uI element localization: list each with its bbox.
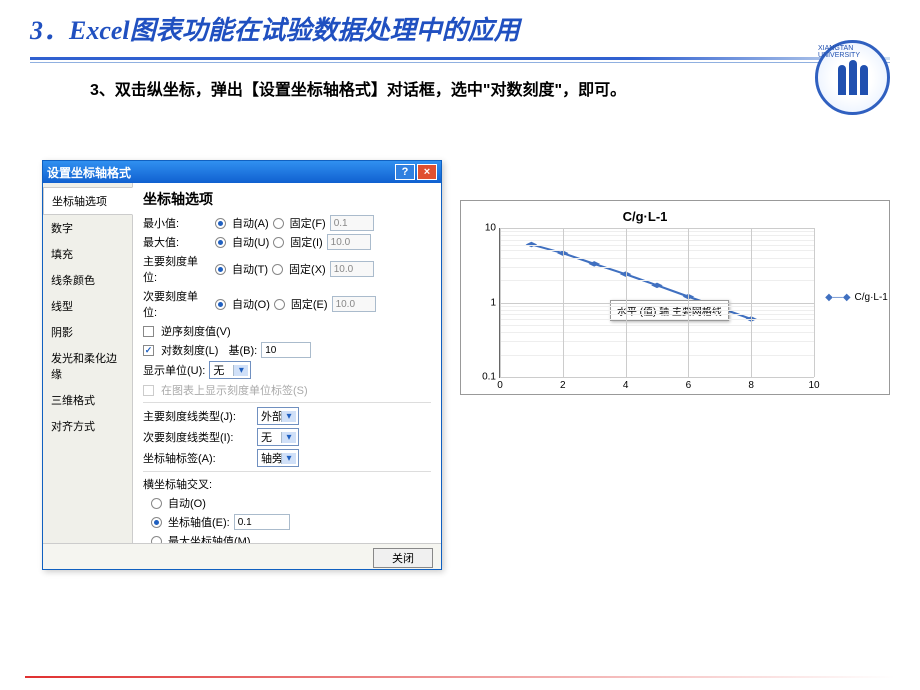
x-tick-label: 8 (748, 380, 754, 391)
sidebar-item-alignment[interactable]: 对齐方式 (43, 413, 132, 439)
reverse-checkbox[interactable] (143, 326, 154, 337)
help-button[interactable]: ? (395, 164, 415, 180)
max-label: 最大值: (143, 234, 211, 250)
log-label: 对数刻度(L) (161, 342, 218, 358)
max-fixed-radio[interactable] (273, 237, 284, 248)
major-fixed-radio[interactable] (272, 264, 283, 275)
dialog-title: 设置坐标轴格式 (47, 164, 393, 181)
close-icon[interactable]: × (417, 164, 437, 180)
instruction-text: 3、双击纵坐标，弹出【设置坐标轴格式】对话框，选中"对数刻度"，即可。 (0, 63, 920, 114)
tick-major-label: 主要刻度线类型(J): (143, 408, 253, 424)
minor-value-input[interactable]: 10.0 (332, 296, 376, 312)
tick-major-dropdown[interactable]: 外部 (257, 407, 299, 425)
chart-plot-area[interactable]: 水平 (值) 轴 主要网格线 0.11100246810 (499, 228, 814, 378)
min-auto-radio[interactable] (215, 218, 226, 229)
axis-labels-dropdown[interactable]: 轴旁 (257, 449, 299, 467)
crosses-value-input[interactable]: 0.1 (234, 514, 290, 530)
x-tick-label: 2 (560, 380, 566, 391)
sidebar-item-axis-options[interactable]: 坐标轴选项 (43, 187, 133, 215)
footer-line (25, 676, 895, 678)
minor-label: 次要刻度单位: (143, 288, 211, 320)
axis-options-panel: 坐标轴选项 最小值: 自动(A) 固定(F) 0.1 最大值: 自动(U) 固定… (133, 183, 441, 543)
dialog-close-button[interactable]: 关闭 (373, 548, 433, 568)
sidebar-item-line-style[interactable]: 线型 (43, 293, 132, 319)
max-value-input[interactable]: 10.0 (327, 234, 371, 250)
crosses-auto-radio[interactable] (151, 498, 162, 509)
major-label: 主要刻度单位: (143, 253, 211, 285)
y-tick-label: 1 (490, 297, 496, 308)
legend-label: C/g·L-1 (855, 292, 888, 303)
x-tick-label: 6 (686, 380, 692, 391)
x-tick-label: 4 (623, 380, 629, 391)
max-auto-radio[interactable] (215, 237, 226, 248)
display-unit-label: 显示单位(U): (143, 362, 205, 378)
slide-title: 3．Excel图表功能在试验数据处理中的应用 (30, 10, 890, 47)
sidebar-item-number[interactable]: 数字 (43, 215, 132, 241)
show-unit-label: 在图表上显示刻度单位标签(S) (161, 382, 308, 398)
chart-legend[interactable]: ◆—◆ C/g·L-1 (824, 201, 889, 394)
tick-minor-dropdown[interactable]: 无 (257, 428, 299, 446)
university-logo: XIANGTAN UNIVERSITY (815, 40, 890, 115)
major-auto-radio[interactable] (215, 264, 226, 275)
tick-minor-label: 次要刻度线类型(I): (143, 429, 253, 445)
dialog-titlebar[interactable]: 设置坐标轴格式 ? × (43, 161, 441, 183)
header-line-1 (30, 57, 890, 60)
sidebar-item-fill[interactable]: 填充 (43, 241, 132, 267)
display-unit-dropdown[interactable]: 无 (209, 361, 251, 379)
minor-fixed-radio[interactable] (274, 299, 285, 310)
chart-container: C/g·L-1 水平 (值) 轴 主要网格线 0.11100246810 ◆—◆… (460, 200, 890, 395)
axis-labels-label: 坐标轴标签(A): (143, 450, 253, 466)
x-tick-label: 0 (497, 380, 503, 391)
y-tick-label: 0.1 (482, 372, 496, 383)
min-fixed-radio[interactable] (273, 218, 284, 229)
minor-auto-radio[interactable] (215, 299, 226, 310)
legend-marker-icon: ◆—◆ (825, 292, 850, 303)
dialog-sidebar: 坐标轴选项 数字 填充 线条颜色 线型 阴影 发光和柔化边缘 三维格式 对齐方式 (43, 183, 133, 543)
show-unit-checkbox (143, 385, 154, 396)
sidebar-item-glow[interactable]: 发光和柔化边缘 (43, 345, 132, 387)
log-base-input[interactable]: 10 (261, 342, 311, 358)
sidebar-item-3d[interactable]: 三维格式 (43, 387, 132, 413)
crosses-title: 横坐标轴交叉: (143, 476, 431, 492)
min-value-input[interactable]: 0.1 (330, 215, 374, 231)
log-base-label: 基(B): (228, 342, 257, 358)
major-value-input[interactable]: 10.0 (330, 261, 374, 277)
reverse-label: 逆序刻度值(V) (161, 323, 231, 339)
log-checkbox[interactable] (143, 345, 154, 356)
y-tick-label: 10 (485, 223, 496, 234)
min-label: 最小值: (143, 215, 211, 231)
chart-title: C/g·L-1 (471, 209, 819, 224)
x-tick-label: 10 (808, 380, 819, 391)
axis-format-dialog: 设置坐标轴格式 ? × 坐标轴选项 数字 填充 线条颜色 线型 阴影 发光和柔化… (42, 160, 442, 570)
sidebar-item-line-color[interactable]: 线条颜色 (43, 267, 132, 293)
sidebar-item-shadow[interactable]: 阴影 (43, 319, 132, 345)
panel-title: 坐标轴选项 (143, 189, 431, 209)
crosses-value-radio[interactable] (151, 517, 162, 528)
crosses-max-radio[interactable] (151, 536, 162, 544)
